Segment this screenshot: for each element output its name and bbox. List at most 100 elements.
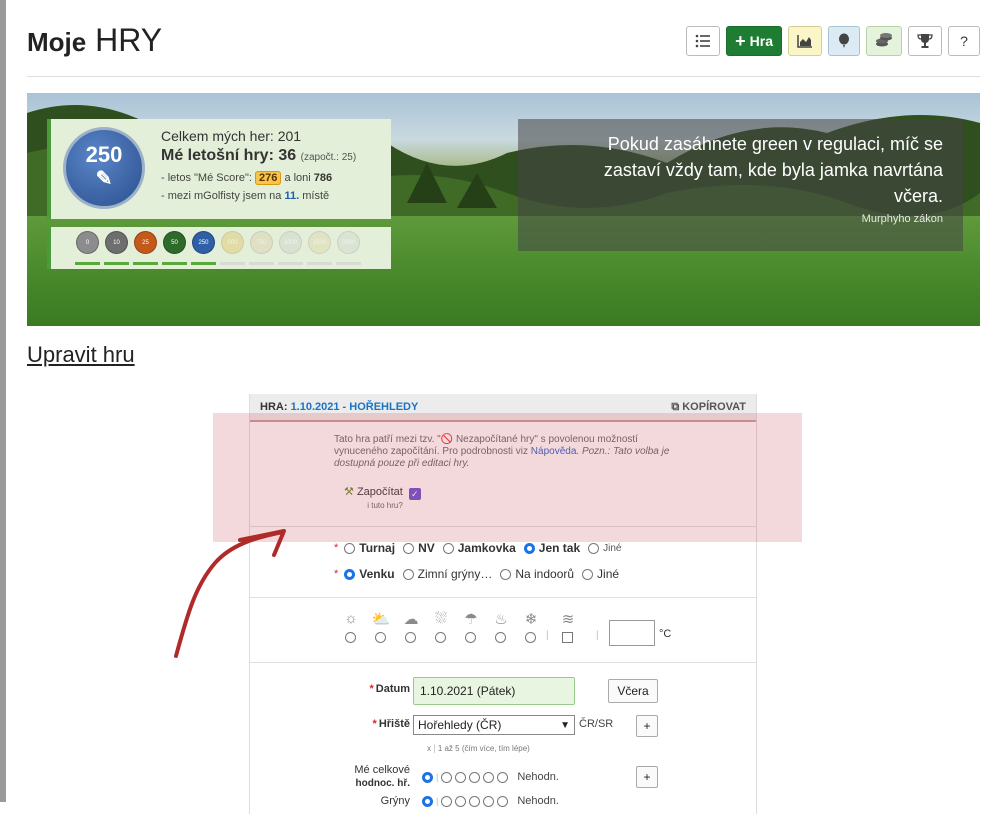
scorecard-pencil-icon: ✎ [95,168,113,190]
rating-radio-1[interactable] [441,771,453,783]
medals-card: 0 10 25 50 250 500 750 1000 1500 2000 [47,227,391,269]
radio-types-row-2[interactable] [442,542,454,554]
date-label-text: Datum [375,683,410,695]
help-link[interactable]: Nápověda [531,446,577,457]
weather-radio[interactable] [375,632,386,643]
coins-button[interactable] [866,26,902,56]
temperature-input[interactable] [609,620,655,646]
medal[interactable]: 0 [75,231,100,269]
list-icon [695,34,711,48]
radio-loc-row-0[interactable] [344,568,356,580]
medal[interactable]: 2000 [336,231,361,269]
rating-radio-4[interactable] [483,771,495,783]
radio-types-row-0[interactable] [344,542,356,554]
rank-value[interactable]: 11. [284,190,299,202]
radio-label: Jamkovka [457,541,516,555]
weather-radio[interactable] [435,632,446,643]
radio-label: NV [418,541,435,555]
game-type-section: * Turnaj NV Jamkovka Jen tak Jiné * Venku Zimní… [250,527,756,597]
total-games: Celkem mých her: 201 [161,128,302,144]
radio-types-row-4[interactable] [588,542,600,554]
coins-icon [876,33,892,47]
course-select[interactable]: Hořehledy (ČR) ▼ [413,715,575,735]
rating-radio-2[interactable] [455,771,467,783]
page-title: Moje HRY [27,22,162,59]
weather-radio[interactable] [495,632,506,643]
trophy-button[interactable] [908,26,942,56]
weather-radio[interactable] [525,632,536,643]
rain-icon: ☂ [464,611,478,628]
radio-loc-row-3[interactable] [582,568,594,580]
required-mark: * [372,718,377,730]
edit-game-link[interactable]: Upravit hru [27,342,135,368]
radio-label: Jen tak [538,541,581,555]
add-course-button[interactable]: + [636,715,658,737]
rating-hint-text: 1 až 5 (čím více, tím lépe) [437,744,530,753]
medal[interactable]: 50 [162,231,187,269]
radio-types-row-1[interactable] [403,542,415,554]
medal[interactable]: 1000 [278,231,303,269]
help-button[interactable]: ? [948,26,980,56]
rating-radio-1[interactable] [441,795,453,807]
rating-hint-x: x [427,744,431,753]
score-line: - letos "Mé Score": 276 a loni 786 [161,169,391,187]
rating-radio-3[interactable] [469,795,481,807]
balloon-button[interactable] [828,26,860,56]
add-game-button[interactable]: + Hra [726,26,782,56]
medal-progress-bar [162,262,187,265]
medal[interactable]: 500 [220,231,245,269]
wind-checkbox[interactable] [562,632,573,643]
weather-radio[interactable] [465,632,476,643]
temperature-unit: °C [659,628,672,640]
rating-radio-3[interactable] [469,771,481,783]
date-input[interactable]: 1.10.2021 (Pátek) [413,677,575,705]
year-games-counted: (započt.: 25) [300,152,357,163]
radio-types-row-3[interactable] [523,542,535,554]
page-title-bold: Moje [27,27,87,57]
rating-radio-selected[interactable] [422,795,433,807]
stats-card: 250 ✎ Celkem mých her: 201 Mé letošní hr… [47,119,391,219]
copy-button[interactable]: ⧉ KOPÍROVAT [671,401,746,414]
radio-loc-row-2[interactable] [500,568,512,580]
course-suffix: ČR/SR [579,718,614,730]
weather-radio[interactable] [345,632,356,643]
score-value[interactable]: 276 [255,171,282,185]
rank-prefix: - mezi mGolfisty jsem na [161,190,282,202]
rating-radio-selected[interactable] [422,771,433,783]
greens-rating-label: Grýny [380,795,410,807]
medal[interactable]: 25 [133,231,158,269]
score-last-year: 786 [313,172,333,184]
weather-radio[interactable] [405,632,416,643]
rating-radio-2[interactable] [455,795,467,807]
location-row: * Venku Zimní grýny… Na indoorů Jiné [334,561,756,587]
medal[interactable]: 1500 [307,231,332,269]
rating-radio-5[interactable] [497,795,509,807]
rating-hint: x | 1 až 5 (čím více, tím lépe) [427,743,530,753]
list-button[interactable] [686,26,721,56]
required-mark: * [334,568,339,580]
add-rating-button[interactable]: + [636,766,658,788]
medal-progress-bar [336,262,361,265]
rating-radio-5[interactable] [497,771,509,783]
medal-coin-icon: 2000 [337,231,360,254]
year-games: Mé letošní hry: 36 (započt.: 25) [161,147,391,167]
radio-loc-row-1[interactable] [402,568,414,580]
count-info-section: Tato hra patří mezi tzv. "🚫 Nezapočítané… [250,422,756,526]
medal[interactable]: 750 [249,231,274,269]
overall-rating-row: | Nehodn. [422,771,559,783]
medal[interactable]: 250 [191,231,216,269]
edit-game-form: HRA: 1.10.2021 - HOŘEHLEDY ⧉ KOPÍROVAT T… [249,394,757,814]
toolbar: + Hra ? [686,26,980,56]
rating-radio-4[interactable] [483,795,495,807]
radio-label: Turnaj [359,541,396,555]
medal-progress-bar [75,262,100,265]
medal[interactable]: 10 [104,231,129,269]
medal-coin-icon: 500 [221,231,244,254]
game-type-row: * Turnaj NV Jamkovka Jen tak Jiné [334,535,756,561]
score-suffix: a loni [284,172,311,184]
yesterday-button[interactable]: Včera [608,679,658,703]
medal-coin-icon: 50 [163,231,186,254]
count-checkbox[interactable]: ✓ [408,488,421,500]
chart-button[interactable] [788,26,822,56]
medal-coin-icon: 25 [134,231,157,254]
